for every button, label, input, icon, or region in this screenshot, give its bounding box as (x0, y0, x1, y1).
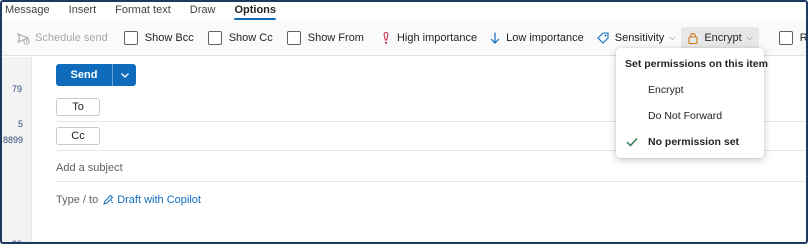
copilot-link-label: Draft with Copilot (117, 194, 201, 206)
low-importance-label: Low importance (506, 31, 584, 44)
send-split-button: Send (56, 64, 136, 86)
high-importance-icon (380, 31, 392, 45)
menu-item-label: Encrypt (648, 84, 684, 96)
show-cc-label: Show Cc (228, 31, 273, 44)
show-bcc-toggle[interactable]: Show Bcc (120, 27, 198, 49)
menu-item-do-not-forward[interactable]: Do Not Forward (616, 105, 764, 127)
tab-format-text[interactable]: Format text (115, 2, 171, 20)
copilot-pen-icon (103, 194, 114, 205)
chevron-down-icon (120, 73, 129, 78)
send-button[interactable]: Send (56, 64, 113, 86)
tab-draw[interactable]: Draw (190, 2, 216, 20)
sensitivity-tag-icon (596, 31, 610, 45)
show-cc-checkbox[interactable] (207, 30, 222, 45)
show-bcc-label: Show Bcc (144, 31, 194, 44)
gutter-number: 20 (12, 239, 23, 244)
left-gutter: 79 5 8899 20 (2, 57, 32, 244)
menu-heading: Set permissions on this item (625, 58, 768, 70)
schedule-send-button[interactable]: Schedule send (12, 27, 112, 49)
show-bcc-checkbox[interactable] (123, 30, 138, 45)
tab-message[interactable]: Message (5, 2, 50, 20)
high-importance-button[interactable]: High importance (376, 27, 481, 49)
show-from-toggle[interactable]: Show From (283, 27, 368, 49)
encrypt-dropdown[interactable]: Encrypt ⌵ (681, 26, 759, 49)
low-importance-button[interactable]: Low importance (485, 27, 588, 49)
gutter-number: 5 (18, 119, 24, 129)
show-from-checkbox[interactable] (286, 30, 301, 45)
lock-icon (687, 31, 699, 45)
request-receipt-toggle[interactable]: Requ (775, 27, 808, 49)
show-cc-toggle[interactable]: Show Cc (204, 27, 277, 49)
tab-insert[interactable]: Insert (69, 2, 97, 20)
encrypt-permissions-menu: Set permissions on this item Encrypt Do … (616, 48, 768, 158)
menu-item-no-permission[interactable]: No permission set (616, 131, 764, 153)
checkmark-icon (616, 137, 648, 147)
message-body-hint[interactable]: Type / to Draft with Copilot (56, 194, 201, 206)
app-frame: Message Insert Format text Draw Options … (0, 0, 808, 244)
menu-item-encrypt[interactable]: Encrypt (616, 79, 764, 101)
request-receipt-checkbox[interactable] (778, 30, 793, 45)
to-button[interactable]: To (56, 98, 100, 116)
schedule-send-label: Schedule send (35, 31, 108, 44)
gutter-number: 8899 (3, 135, 24, 145)
show-from-label: Show From (307, 31, 364, 44)
arrow-down-icon (489, 31, 501, 45)
sensitivity-dropdown[interactable]: Sensitivity ⌵ (592, 27, 680, 49)
chevron-down-icon: ⌵ (669, 32, 676, 42)
draft-with-copilot-link[interactable]: Draft with Copilot (102, 194, 201, 206)
send-options-button[interactable] (113, 64, 136, 86)
subject-input[interactable]: Add a subject (56, 154, 806, 182)
tab-options[interactable]: Options (234, 2, 276, 20)
chevron-down-icon: ⌵ (746, 32, 753, 42)
high-importance-label: High importance (396, 31, 478, 44)
request-receipt-label: Requ (799, 31, 808, 44)
encrypt-label: Encrypt (704, 31, 742, 44)
cc-button[interactable]: Cc (56, 127, 100, 145)
sensitivity-label: Sensitivity (614, 31, 665, 44)
menu-item-label: Do Not Forward (648, 110, 723, 122)
ribbon-tab-bar: Message Insert Format text Draw Options (2, 2, 806, 20)
menu-item-label: No permission set (648, 136, 740, 148)
body-hint-text: Type / to (56, 194, 99, 206)
schedule-send-icon (16, 31, 30, 45)
gutter-number: 79 (12, 84, 23, 94)
